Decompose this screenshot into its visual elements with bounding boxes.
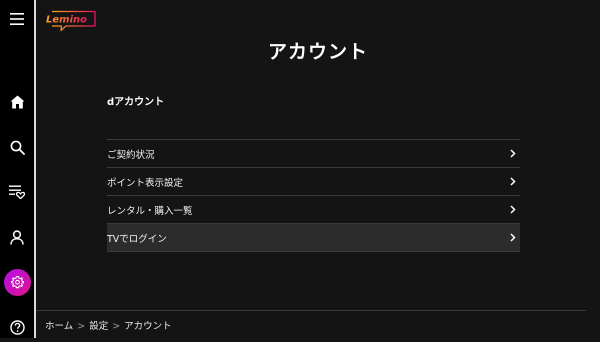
settings-active-indicator <box>3 268 31 296</box>
menu-item-point-display-settings[interactable]: ポイント表示設定 <box>107 168 520 196</box>
breadcrumb-current: アカウント <box>124 321 172 332</box>
footer-divider <box>36 310 586 311</box>
menu-item-contract-status[interactable]: ご契約状況 <box>107 140 520 168</box>
search-icon <box>10 140 25 155</box>
section-title: dアカウント <box>107 97 165 108</box>
menu-item-rental-purchase-list[interactable]: レンタル・購入一覧 <box>107 196 520 224</box>
menu-item-tv-login[interactable]: TVでログイン <box>107 224 520 252</box>
account-menu: ご契約状況 ポイント表示設定 レンタル・購入一覧 TVでログイン <box>107 139 520 252</box>
breadcrumb-separator: > <box>77 321 86 332</box>
chevron-right-icon <box>510 205 516 214</box>
lemino-logo[interactable]: Lemino <box>44 10 98 32</box>
breadcrumb-home[interactable]: ホーム <box>45 321 73 332</box>
list-heart-icon <box>9 185 25 199</box>
page-title: アカウント <box>267 41 368 63</box>
person-icon <box>10 229 24 245</box>
breadcrumb-separator: > <box>112 321 121 332</box>
chevron-right-icon <box>510 233 516 242</box>
menu-item-label: ご契約状況 <box>107 149 155 161</box>
sidebar-item-settings[interactable] <box>0 267 34 297</box>
menu-item-label: レンタル・購入一覧 <box>107 205 193 217</box>
sidebar <box>0 0 34 338</box>
breadcrumb-settings[interactable]: 設定 <box>89 321 108 332</box>
hamburger-icon <box>10 13 24 25</box>
menu-item-label: ポイント表示設定 <box>107 177 184 189</box>
sidebar-item-profile[interactable] <box>0 222 34 252</box>
menu-item-label: TVでログイン <box>107 233 167 245</box>
logo-text: Lemino <box>46 15 87 26</box>
sidebar-item-mylist[interactable] <box>0 177 34 207</box>
help-icon <box>9 319 25 335</box>
menu-button[interactable] <box>0 4 34 34</box>
home-icon <box>10 95 24 109</box>
chevron-right-icon <box>510 177 516 186</box>
gear-icon <box>10 275 24 288</box>
chevron-right-icon <box>510 149 516 158</box>
breadcrumb: ホーム > 設定 > アカウント <box>45 318 172 332</box>
sidebar-item-home[interactable] <box>0 87 34 117</box>
logo-graphic: Lemino <box>46 10 96 32</box>
sidebar-item-search[interactable] <box>0 132 34 162</box>
